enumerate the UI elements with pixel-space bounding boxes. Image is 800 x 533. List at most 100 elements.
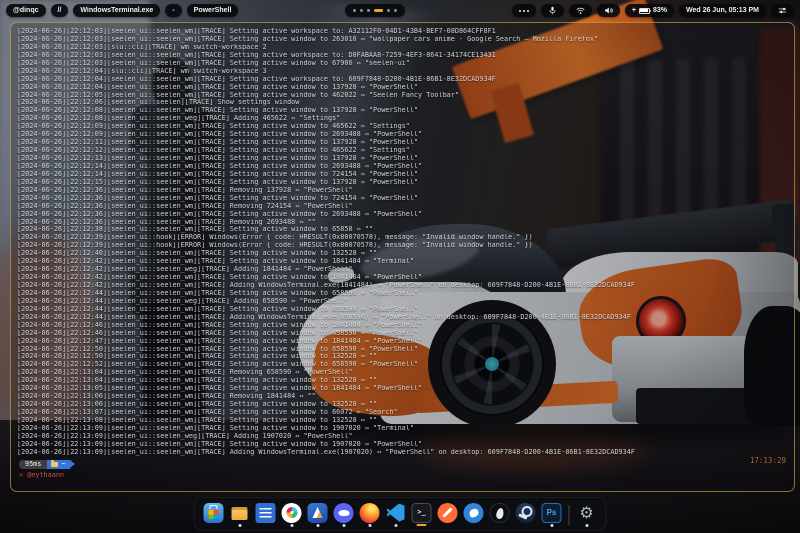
workspace-switcher[interactable] [345, 4, 405, 17]
running-indicator [264, 524, 267, 527]
terminal-log-line: [2024-06-26][22:12:04][seelen_ui::seelen… [17, 76, 794, 84]
terminal-log-line: [2024-06-26][22:13:09][seelen_ui::seelen… [17, 433, 794, 441]
dock-item-paint[interactable] [463, 503, 485, 527]
terminal-log-line: [2024-06-26][22:12:06][seelen_ui::seelen… [17, 99, 794, 107]
terminal-log-line: [2024-06-26][22:12:36][seelen_ui::seelen… [17, 211, 794, 219]
paint-icon [464, 503, 484, 523]
terminal-log-line: [2024-06-26][22:12:04][slu::cli][TRACE] … [17, 68, 794, 76]
dock-item-separator[interactable] [567, 505, 572, 525]
terminal-log-line: [2024-06-26][22:13:05][seelen_ui::seelen… [17, 385, 794, 393]
terminal-log-line: [2024-06-26][22:12:12][seelen_ui::seelen… [17, 147, 794, 155]
photoshop-icon: Ps [542, 503, 562, 523]
terminal-log-line: [2024-06-26][22:12:42][seelen_ui::seelen… [17, 266, 794, 274]
terminal-log-line: [2024-06-26][22:12:14][seelen_ui::seelen… [17, 171, 794, 179]
prompt-path-badge: ~ [47, 460, 70, 469]
obsidian-icon [490, 503, 510, 523]
notepad-icon [256, 503, 276, 523]
terminal-clock: 17:13:29 [750, 456, 786, 465]
settings-icon [577, 503, 597, 523]
terminal-log-line: [2024-06-26][22:13:06][seelen_ui::seelen… [17, 401, 794, 409]
terminal-log-line: [2024-06-26][22:12:09][seelen_ui::seelen… [17, 123, 794, 131]
battery-percent: 83% [653, 7, 667, 14]
dock-item-store[interactable] [203, 503, 225, 527]
terminal-log-line: [2024-06-26][22:12:03][seelen_ui::seelen… [17, 28, 794, 36]
terminal-log-line: [2024-06-26][22:12:11][seelen_ui::seelen… [17, 139, 794, 147]
toolbar-app-pill-sep2[interactable]: - [165, 4, 181, 17]
prompt-username: @eythaann [27, 471, 64, 479]
dock-item-firefox[interactable] [359, 503, 381, 527]
dock-item-photoshop[interactable]: Ps [541, 503, 563, 527]
dock-item-discord[interactable] [333, 503, 355, 527]
toolbar-app-label: - [172, 7, 174, 14]
wifi-button[interactable] [569, 4, 592, 17]
terminal-log-line: [2024-06-26][22:12:44][seelen_ui::seelen… [17, 306, 794, 314]
microphone-button[interactable] [541, 4, 564, 17]
file-explorer-icon [230, 503, 250, 523]
terminal-log-line: [2024-06-26][22:12:44][seelen_ui::seelen… [17, 290, 794, 298]
battery-charging-icon: + [632, 7, 636, 14]
running-indicator [238, 524, 241, 527]
terminal-log-line: [2024-06-26][22:12:42][seelen_ui::seelen… [17, 282, 794, 290]
datetime-button[interactable]: Wed 26 Jun, 05:13 PM [679, 4, 766, 17]
terminal-window[interactable]: [2024-06-26][22:12:03][seelen_ui::seelen… [10, 22, 795, 492]
dock-item-slack[interactable] [281, 503, 303, 527]
dock-item-steam[interactable] [515, 503, 537, 527]
workspace-dot[interactable] [387, 9, 390, 12]
workspace-dot[interactable] [353, 9, 356, 12]
terminal-log-line: [2024-06-26][22:12:40][seelen_ui::seelen… [17, 250, 794, 258]
dock-item-notepad[interactable] [255, 503, 277, 527]
speaker-icon [604, 6, 613, 15]
sliders-icon [778, 6, 787, 15]
terminal-log-line: [2024-06-26][22:12:46][seelen_ui::seelen… [17, 322, 794, 330]
terminal-log-line: [2024-06-26][22:12:15][seelen_ui::seelen… [17, 179, 794, 187]
terminal-log-line: [2024-06-26][22:12:05][seelen_ui::seelen… [17, 92, 794, 100]
terminal-log-line: [2024-06-26][22:12:42][seelen_ui::seelen… [17, 274, 794, 282]
dock-item-terminal[interactable]: >_ [411, 503, 433, 527]
battery-button[interactable]: + 83% [625, 4, 674, 17]
dock-item-settings[interactable] [576, 503, 598, 527]
dock-item-postman[interactable] [437, 503, 459, 527]
window-breadcrumb: @dinqc // WindowsTerminal.exe - PowerShe… [6, 4, 238, 17]
terminal-log-line: [2024-06-26][22:12:03][seelen_ui::seelen… [17, 60, 794, 68]
terminal-log-line: [2024-06-26][22:12:03][slu::cli][TRACE] … [17, 44, 794, 52]
terminal-log-line: [2024-06-26][22:12:36][seelen_ui::seelen… [17, 195, 794, 203]
workspace-dot[interactable] [360, 9, 363, 12]
toolbar-app-pill-window[interactable]: PowerShell [187, 4, 239, 17]
volume-button[interactable] [597, 4, 620, 17]
toolbar-app-pill-process[interactable]: WindowsTerminal.exe [73, 4, 160, 17]
dock-item-file-explorer[interactable] [229, 503, 251, 527]
workspace-dot[interactable] [367, 9, 370, 12]
discord-icon [334, 503, 354, 523]
prompt-user-line: > @eythaann [19, 471, 794, 479]
toolbar-app-label: PowerShell [194, 7, 232, 14]
terminal-log-line: [2024-06-26][22:12:13][seelen_ui::seelen… [17, 155, 794, 163]
terminal-log-line: [2024-06-26][22:12:52][seelen_ui::seelen… [17, 361, 794, 369]
terminal-log-line: [2024-06-26][22:12:46][seelen_ui::seelen… [17, 330, 794, 338]
running-indicator [394, 524, 397, 527]
workspace-dot[interactable] [374, 9, 383, 12]
terminal-log-line: [2024-06-26][22:13:06][seelen_ui::seelen… [17, 393, 794, 401]
wifi-icon [576, 6, 585, 15]
terminal-log-line: [2024-06-26][22:12:08][seelen_ui::seelen… [17, 115, 794, 123]
shell-prompt: 95ms ~ [19, 460, 794, 469]
ellipsis-icon [519, 10, 529, 12]
workspace-dot[interactable] [394, 9, 397, 12]
arc-icon [308, 503, 328, 523]
dock-item-obsidian[interactable] [489, 503, 511, 527]
quick-settings-button[interactable] [771, 4, 794, 17]
dock-item-vscode[interactable] [385, 503, 407, 527]
terminal-log-line: [2024-06-26][22:12:04][seelen_ui::seelen… [17, 84, 794, 92]
toolbar-app-pill-sep1[interactable]: // [51, 4, 69, 17]
dock-item-arc[interactable] [307, 503, 329, 527]
running-indicator [550, 524, 553, 527]
running-indicator [472, 524, 475, 527]
toolbar-app-pill-user[interactable]: @dinqc [6, 4, 46, 17]
vscode-icon [386, 503, 406, 523]
terminal-log-line: [2024-06-26][22:12:03][seelen_ui::seelen… [17, 52, 794, 60]
toolbar-app-label: // [58, 7, 62, 14]
prompt-cwd: ~ [61, 460, 65, 468]
tray-overflow-button[interactable] [512, 4, 536, 17]
running-indicator [417, 524, 427, 527]
running-indicator [498, 524, 501, 527]
running-indicator [585, 524, 588, 527]
